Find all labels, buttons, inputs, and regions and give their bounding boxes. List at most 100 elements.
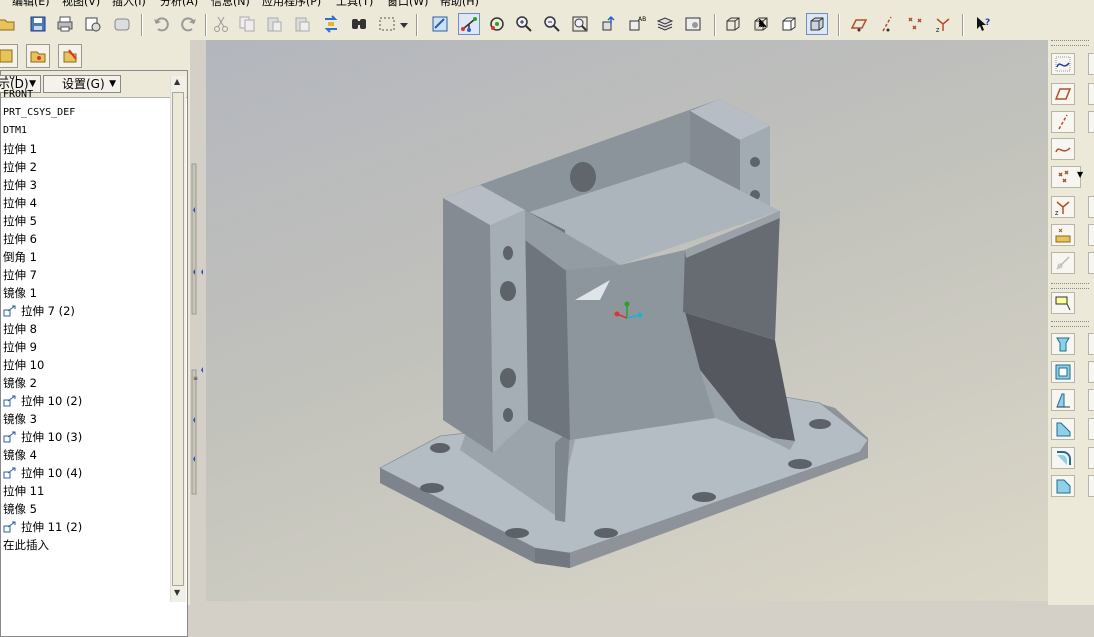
find-icon[interactable] [348, 13, 370, 35]
tree-item[interactable]: 在此插入 [3, 536, 49, 554]
tree-item[interactable]: 拉伸 9 [3, 338, 37, 356]
chamfer-tool-icon[interactable] [1051, 475, 1075, 497]
coord-sys-icon[interactable]: Z [932, 13, 954, 35]
refit-icon[interactable] [569, 13, 591, 35]
copy-icon[interactable] [236, 13, 258, 35]
toolbar-column-2[interactable] [1088, 252, 1094, 274]
menu-view[interactable]: 视图(V) [62, 0, 100, 8]
tree-item[interactable]: 拉伸 10 [3, 356, 44, 374]
tree-item[interactable]: 拉伸 8 [3, 320, 37, 338]
rib-tool-icon[interactable] [1051, 418, 1075, 440]
context-help-icon[interactable]: ? [972, 13, 994, 35]
tree-item[interactable]: 拉伸 3 [3, 176, 37, 194]
folder-browser-tab-icon[interactable] [26, 44, 50, 68]
analysis-feature-icon[interactable] [1051, 224, 1075, 246]
save-icon[interactable] [27, 13, 49, 35]
draft-tool-icon[interactable] [1051, 389, 1075, 411]
regenerate-icon[interactable] [320, 13, 342, 35]
paste-icon[interactable] [263, 13, 285, 35]
email-link-icon[interactable] [111, 13, 133, 35]
zoom-out-icon[interactable] [541, 13, 563, 35]
tree-item[interactable]: 拉伸 11 (2) [3, 518, 82, 536]
datum-points-icon[interactable] [904, 13, 926, 35]
toolbar-column-2[interactable] [1088, 361, 1094, 383]
toolbar-column-2[interactable] [1088, 196, 1094, 218]
select-box-icon[interactable] [376, 13, 398, 35]
scrollbar-thumb[interactable] [172, 92, 184, 586]
toolbar-column-2[interactable] [1088, 418, 1094, 440]
tree-item[interactable]: FRONT [3, 86, 33, 104]
tree-item[interactable]: 镜像 2 [3, 374, 37, 392]
cut-icon[interactable] [210, 13, 232, 35]
graphics-window[interactable] [206, 40, 1048, 601]
email-icon[interactable] [82, 13, 104, 35]
toolbar-column-2[interactable] [1088, 111, 1094, 133]
toolbar-column-2[interactable] [1088, 333, 1094, 355]
datum-plane-tool-icon[interactable] [1051, 83, 1075, 105]
wireframe-icon[interactable] [722, 13, 744, 35]
tree-item[interactable]: 拉伸 5 [3, 212, 37, 230]
tree-item[interactable]: 拉伸 11 [3, 482, 44, 500]
tree-item[interactable]: 拉伸 10 (3) [3, 428, 82, 446]
view-manager-icon[interactable] [682, 13, 704, 35]
tree-item[interactable]: PRT_CSYS_DEF [3, 104, 75, 122]
datum-planes-icon[interactable] [848, 13, 870, 35]
tree-scrollbar[interactable]: ▲ ▼ [170, 76, 186, 602]
tree-item[interactable]: 镜像 1 [3, 284, 37, 302]
favorites-tab-icon[interactable] [58, 44, 82, 68]
toolbar-column-2[interactable] [1088, 447, 1094, 469]
extrude-tool-icon[interactable] [1051, 333, 1075, 355]
paste-special-icon[interactable] [291, 13, 313, 35]
tree-item[interactable]: 拉伸 6 [3, 230, 37, 248]
tree-item[interactable]: 拉伸 2 [3, 158, 37, 176]
tree-item[interactable]: 拉伸 10 (2) [3, 392, 82, 410]
redo-icon[interactable] [178, 13, 200, 35]
saved-views-icon[interactable]: AB [626, 13, 648, 35]
tree-item[interactable]: 拉伸 1 [3, 140, 37, 158]
tree-item[interactable]: TOP [3, 76, 21, 86]
tree-item[interactable]: 拉伸 7 [3, 266, 37, 284]
mirror-tool-icon[interactable] [1051, 252, 1075, 274]
sketched-curve-icon[interactable] [1051, 53, 1075, 75]
toolbar-column-2[interactable] [1088, 475, 1094, 497]
datum-axis-tool-icon[interactable] [1051, 111, 1075, 133]
panel-splitter[interactable]: ≡ [190, 40, 206, 605]
undo-icon[interactable] [150, 13, 172, 35]
round-tool-icon[interactable] [1051, 447, 1075, 469]
spin-center-icon[interactable] [458, 13, 480, 35]
toolbar-column-2[interactable] [1088, 53, 1094, 75]
csys-tool-icon[interactable]: Z [1051, 196, 1075, 218]
chevron-down-icon[interactable]: ▼ [1077, 170, 1083, 179]
part-model[interactable] [206, 40, 1048, 601]
orient-mode-icon[interactable] [486, 13, 508, 35]
tree-item[interactable]: 拉伸 7 (2) [3, 302, 75, 320]
annotation-icon[interactable] [1051, 292, 1075, 314]
tree-item[interactable]: 镜像 4 [3, 446, 37, 464]
shell-tool-icon[interactable] [1051, 361, 1075, 383]
tree-item[interactable]: 拉伸 4 [3, 194, 37, 212]
tree-item[interactable]: 镜像 3 [3, 410, 37, 428]
menu-insert[interactable]: 插入(I) [112, 0, 146, 8]
no-hidden-icon[interactable] [778, 13, 800, 35]
layers-icon[interactable] [654, 13, 676, 35]
scroll-up-icon[interactable]: ▲ [174, 77, 180, 86]
hidden-line-icon[interactable] [750, 13, 772, 35]
tree-item[interactable]: 倒角 1 [3, 248, 37, 266]
toolbar-column-2[interactable] [1088, 83, 1094, 105]
toolbar-column-2[interactable] [1088, 389, 1094, 411]
zoom-in-icon[interactable] [513, 13, 535, 35]
menu-window[interactable]: 窗口(W) [387, 0, 428, 8]
tree-item[interactable]: 镜像 5 [3, 500, 37, 518]
datum-curve-icon[interactable] [1051, 138, 1075, 160]
open-icon[interactable] [0, 13, 18, 35]
menu-analysis[interactable]: 分析(A) [160, 0, 198, 8]
model-tree-tab-icon[interactable] [0, 44, 18, 68]
menu-applications[interactable]: 应用程序(P) [262, 0, 321, 8]
scroll-down-icon[interactable]: ▼ [174, 588, 180, 597]
menu-help[interactable]: 帮助(H) [440, 0, 479, 8]
chevron-down-icon[interactable] [398, 13, 410, 35]
toolbar-column-2[interactable] [1088, 224, 1094, 246]
menu-edit[interactable]: 编辑(E) [12, 0, 50, 8]
datum-axes-icon[interactable] [876, 13, 898, 35]
reorient-icon[interactable] [597, 13, 619, 35]
